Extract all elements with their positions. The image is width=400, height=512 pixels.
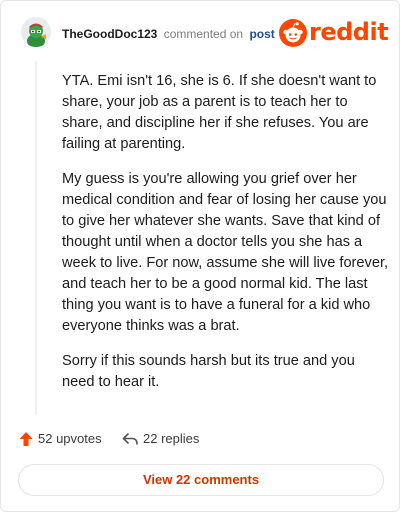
reply-count: 22 replies [143,431,200,446]
action-text: commented on [163,27,244,41]
upvote-arrow-icon [19,432,33,446]
comment-paragraph: My guess is you're allowing you grief ov… [62,171,389,334]
upvote-button[interactable]: 52 upvotes [19,429,102,449]
comment-header: TheGoodDoc123 commented on post reddit [1,1,399,61]
replies-button[interactable]: 22 replies [122,429,199,449]
avatar[interactable] [21,17,51,47]
comment-body: YTA. Emi isn't 16, she is 6. If she does… [62,71,390,407]
comment-paragraph: Sorry if this sounds harsh but its true … [62,353,355,390]
comment-meta: TheGoodDoc123 commented on post [62,27,275,41]
view-comments-button[interactable]: View 22 comments [18,464,384,496]
reddit-snoo-icon [279,19,307,47]
upvote-count: 52 upvotes [38,431,102,446]
reddit-logo[interactable]: reddit [279,18,389,47]
post-link[interactable]: post [249,27,274,41]
reply-arrow-icon [122,433,138,445]
thread-line [35,61,37,415]
reddit-wordmark: reddit [309,18,389,46]
comment-card: TheGoodDoc123 commented on post reddit Y… [0,0,400,512]
avatar-icon [21,17,51,47]
username-link[interactable]: TheGoodDoc123 [62,27,157,41]
comment-paragraph: YTA. Emi isn't 16, she is 6. If she does… [62,73,377,152]
